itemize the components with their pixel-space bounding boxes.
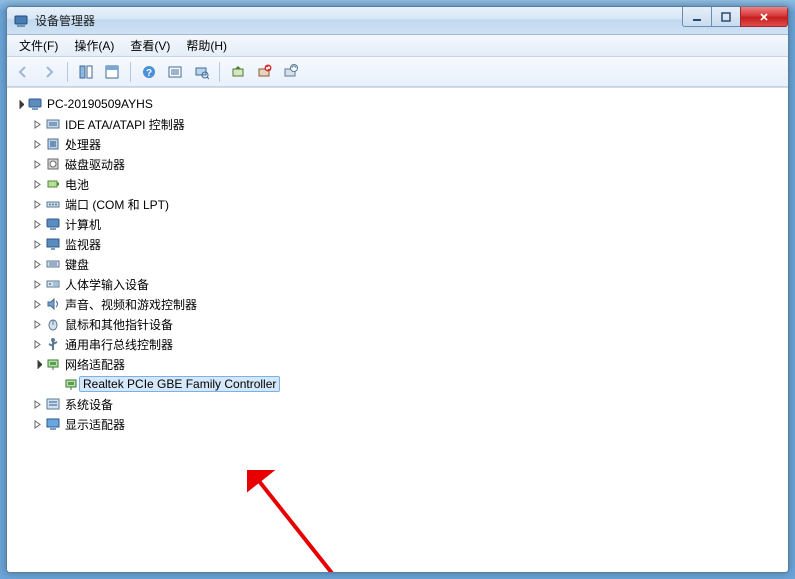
network-icon: [63, 376, 79, 392]
tree-root-label: PC-20190509AYHS: [47, 97, 153, 111]
device-manager-icon: [13, 13, 29, 29]
network-icon: [45, 356, 61, 372]
tree-node-label: 键盘: [65, 256, 89, 273]
toolbar: ?: [7, 57, 788, 87]
usb-icon: [45, 336, 61, 352]
tree-expand-icon[interactable]: [31, 258, 43, 270]
help-button[interactable]: ?: [137, 60, 161, 84]
tree-node-label: 人体学输入设备: [65, 276, 149, 293]
battery-icon: [45, 176, 61, 192]
menu-help[interactable]: 帮助(H): [178, 35, 235, 56]
menu-view[interactable]: 查看(V): [122, 35, 178, 56]
tree-node-label: 系统设备: [65, 396, 113, 413]
tree-node[interactable]: IDE ATA/ATAPI 控制器: [29, 114, 784, 134]
close-button[interactable]: [740, 7, 788, 27]
tree-node-label: 处理器: [65, 136, 101, 153]
tree-node[interactable]: 处理器: [29, 134, 784, 154]
display-icon: [45, 416, 61, 432]
toolbar-separator: [130, 62, 131, 82]
disk-icon: [45, 156, 61, 172]
svg-text:?: ?: [146, 68, 152, 79]
computer-icon: [27, 96, 43, 112]
ide-icon: [45, 116, 61, 132]
tree-collapse-icon[interactable]: [31, 358, 43, 370]
device-tree-pane[interactable]: PC-20190509AYHS IDE ATA/ATAPI 控制器处理器磁盘驱动器…: [7, 87, 788, 572]
maximize-button[interactable]: [711, 7, 741, 27]
tree-node[interactable]: 人体学输入设备: [29, 274, 784, 294]
back-button[interactable]: [11, 60, 35, 84]
tree-expand-icon[interactable]: [31, 158, 43, 170]
tree-node-label: 磁盘驱动器: [65, 156, 125, 173]
tree-expand-icon[interactable]: [31, 278, 43, 290]
tree-expand-icon[interactable]: [31, 318, 43, 330]
tree-root-node[interactable]: PC-20190509AYHS: [11, 94, 784, 114]
tree-collapse-icon[interactable]: [13, 98, 25, 110]
tree-node[interactable]: 鼠标和其他指针设备: [29, 314, 784, 334]
window-title: 设备管理器: [35, 12, 95, 29]
tree-expand-icon[interactable]: [31, 338, 43, 350]
action-button[interactable]: [163, 60, 187, 84]
minimize-button[interactable]: [682, 7, 712, 27]
properties-button[interactable]: [100, 60, 124, 84]
tree-node-label: 声音、视频和游戏控制器: [65, 296, 197, 313]
tree-node[interactable]: 显示适配器: [29, 414, 784, 434]
tree-expand-icon[interactable]: [31, 298, 43, 310]
tree-expand-icon[interactable]: [31, 398, 43, 410]
toolbar-separator: [67, 62, 68, 82]
tree-node[interactable]: 通用串行总线控制器: [29, 334, 784, 354]
tree-expand-icon[interactable]: [31, 218, 43, 230]
tree-node[interactable]: 监视器: [29, 234, 784, 254]
tree-node[interactable]: 磁盘驱动器: [29, 154, 784, 174]
tree-node[interactable]: 系统设备: [29, 394, 784, 414]
computer-icon: [45, 216, 61, 232]
hid-icon: [45, 276, 61, 292]
tree-node-label: 电池: [65, 176, 89, 193]
tree-expand-icon[interactable]: [31, 418, 43, 430]
uninstall-button[interactable]: [252, 60, 276, 84]
forward-button[interactable]: [37, 60, 61, 84]
tree-node-label: 网络适配器: [65, 356, 125, 373]
keyboard-icon: [45, 256, 61, 272]
tree-leaf-node[interactable]: Realtek PCIe GBE Family Controller: [47, 374, 784, 394]
tree-node[interactable]: 声音、视频和游戏控制器: [29, 294, 784, 314]
monitor-icon: [45, 236, 61, 252]
titlebar[interactable]: 设备管理器: [7, 7, 788, 35]
tree-expand-icon[interactable]: [31, 238, 43, 250]
tree-node[interactable]: 网络适配器: [29, 354, 784, 374]
tree-node-label: 监视器: [65, 236, 101, 253]
window-controls: [683, 7, 788, 27]
update-driver-button[interactable]: [226, 60, 250, 84]
mouse-icon: [45, 316, 61, 332]
tree-node-label: 端口 (COM 和 LPT): [65, 196, 169, 213]
show-hide-tree-button[interactable]: [74, 60, 98, 84]
tree-leaf-label: Realtek PCIe GBE Family Controller: [79, 376, 280, 392]
tree-node-label: 显示适配器: [65, 416, 125, 433]
toolbar-separator: [219, 62, 220, 82]
tree-expand-icon[interactable]: [31, 118, 43, 130]
system-icon: [45, 396, 61, 412]
tree-node-label: 计算机: [65, 216, 101, 233]
disable-button[interactable]: [278, 60, 302, 84]
tree-expand-icon[interactable]: [31, 138, 43, 150]
scan-hardware-button[interactable]: [189, 60, 213, 84]
sound-icon: [45, 296, 61, 312]
tree-node-label: 通用串行总线控制器: [65, 336, 173, 353]
menubar: 文件(F) 操作(A) 查看(V) 帮助(H): [7, 35, 788, 57]
device-manager-window: 设备管理器 文件(F) 操作(A) 查看(V) 帮助(H): [6, 6, 789, 573]
tree-node[interactable]: 计算机: [29, 214, 784, 234]
tree-node-label: 鼠标和其他指针设备: [65, 316, 173, 333]
tree-node[interactable]: 电池: [29, 174, 784, 194]
cpu-icon: [45, 136, 61, 152]
tree-node-label: IDE ATA/ATAPI 控制器: [65, 116, 185, 133]
annotation-arrow-icon: [247, 470, 467, 572]
menu-file[interactable]: 文件(F): [11, 35, 66, 56]
menu-action[interactable]: 操作(A): [66, 35, 122, 56]
tree-expand-icon[interactable]: [31, 178, 43, 190]
tree-node[interactable]: 键盘: [29, 254, 784, 274]
port-icon: [45, 196, 61, 212]
tree-node[interactable]: 端口 (COM 和 LPT): [29, 194, 784, 214]
tree-expand-icon[interactable]: [31, 198, 43, 210]
